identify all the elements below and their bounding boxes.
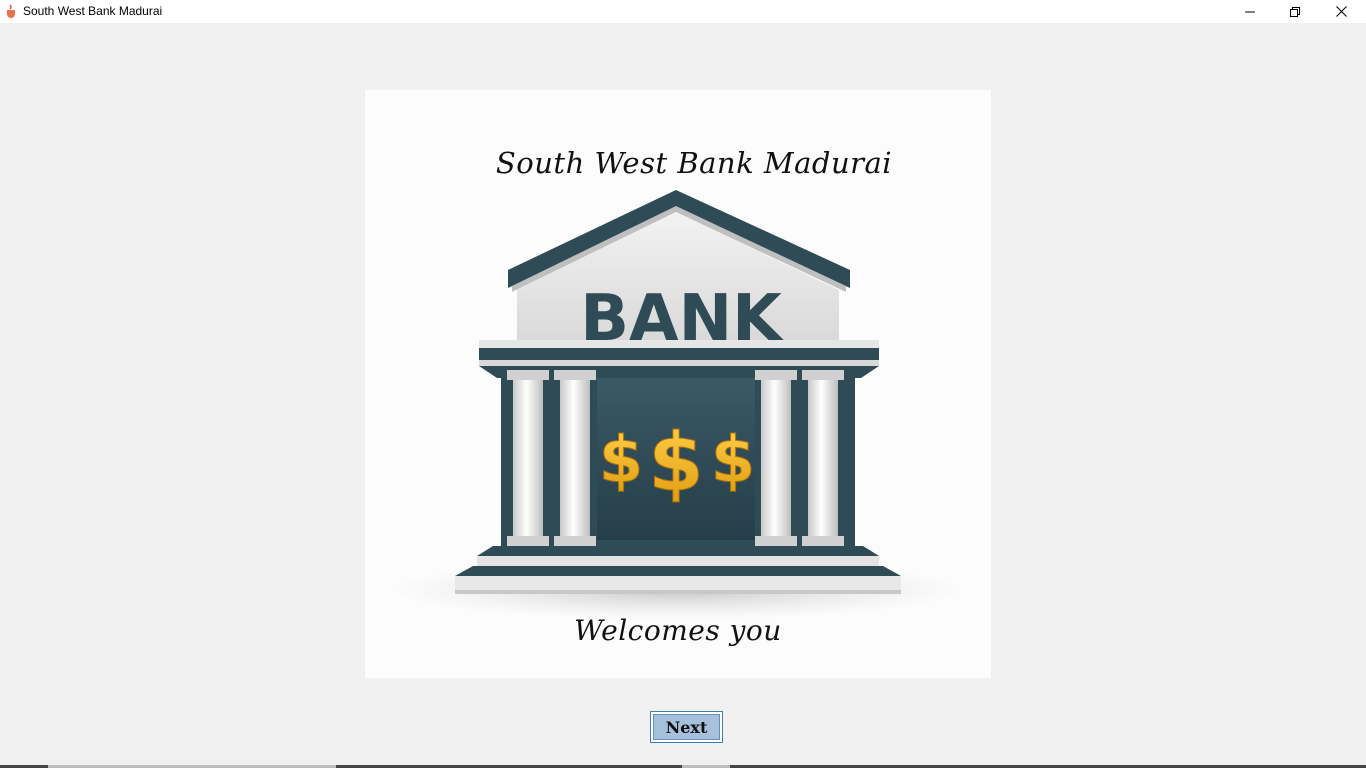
dollar-icon: $: [599, 424, 644, 498]
dollar-icons: $ $ $: [598, 416, 756, 510]
welcome-text: Welcomes you: [574, 614, 782, 647]
next-button[interactable]: Next: [650, 711, 723, 743]
bank-name-heading: South West Bank Madurai: [495, 146, 893, 180]
minimize-button[interactable]: [1227, 0, 1273, 23]
title-bar[interactable]: South West Bank Madurai: [0, 0, 1366, 23]
minimize-icon: [1245, 11, 1255, 12]
window-title: South West Bank Madurai: [23, 4, 163, 18]
dollar-icon: $: [711, 424, 756, 498]
restore-icon: [1290, 6, 1300, 17]
restore-button[interactable]: [1272, 0, 1318, 23]
java-cup-icon: [7, 4, 15, 18]
next-button-label: Next: [653, 714, 720, 740]
close-button[interactable]: [1318, 0, 1364, 23]
close-icon: [1335, 6, 1347, 17]
dollar-icon: $: [648, 416, 704, 509]
splash-image: BANK $ $ $ South West Bank Madurai Welco…: [365, 90, 991, 678]
